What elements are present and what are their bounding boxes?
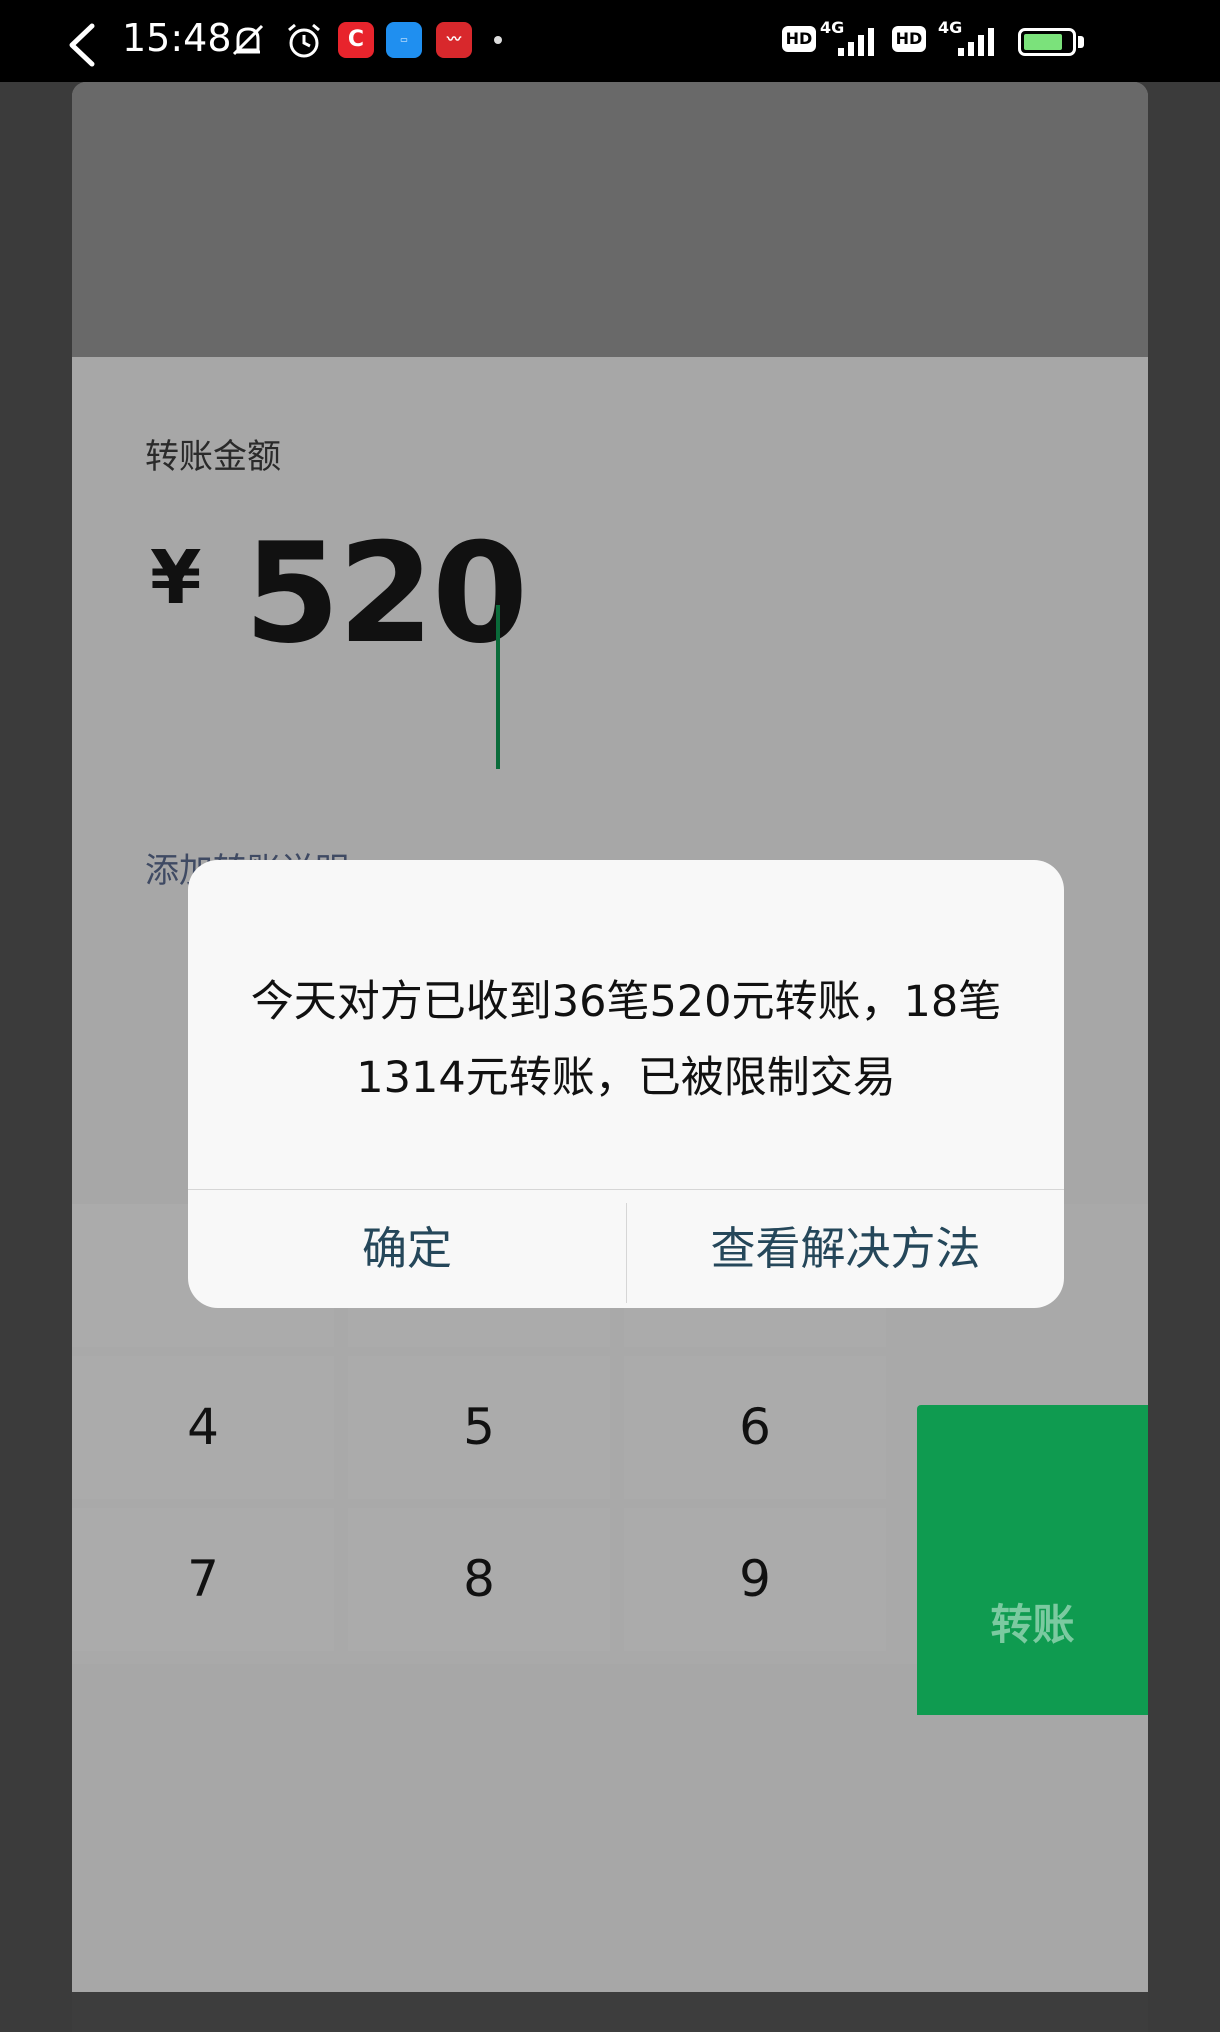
key-9[interactable]: 9 [624,1508,886,1651]
transfer-limit-dialog: 今天对方已收到36笔520元转账，18笔 1314元转账，已被限制交易 确定 查… [188,860,1064,1308]
transfer-button[interactable]: 转账 [917,1405,1148,1715]
phone-screen: 转账金额 ¥ 520 添加转账说明 1 2 3 4 5 6 7 8 9 转账 今… [72,82,1148,2032]
dialog-message-line2: 1314元转账，已被限制交易 [356,1053,896,1103]
key-8[interactable]: 8 [348,1508,610,1651]
amount-input[interactable]: 520 [244,513,528,674]
status-time: 15:48 [122,16,232,60]
mute-bell-icon [232,24,264,56]
status-bar: 15:48 C ▭ 〰 HD 4G HD 4G [0,0,1220,82]
chart-app-notification-icon: 〰 [436,22,472,58]
header-area [72,82,1148,357]
alarm-clock-icon [288,23,320,58]
amount-label: 转账金额 [145,437,281,477]
hd-icon: HD [782,26,816,52]
key-4[interactable]: 4 [72,1356,334,1499]
signal-strength-icon-2 [958,28,994,56]
bottom-bar [72,1992,1148,2032]
hd-icon-2: HD [892,26,926,52]
weilink-notification-icon: ▭ [386,22,422,58]
confirm-button[interactable]: 确定 [188,1190,626,1308]
dialog-message-line1: 今天对方已收到36笔520元转账，18笔 [250,977,1002,1027]
key-6[interactable]: 6 [624,1356,886,1499]
dialog-message: 今天对方已收到36笔520元转账，18笔 1314元转账，已被限制交易 [228,964,1024,1116]
battery-icon [1018,28,1076,56]
key-7[interactable]: 7 [72,1508,334,1651]
back-arrow-icon[interactable] [60,22,106,68]
text-cursor [496,605,500,769]
key-5[interactable]: 5 [348,1356,610,1499]
more-notifications-dot-icon [494,36,502,44]
currency-symbol: ¥ [150,535,202,621]
battery-tip [1078,36,1084,48]
app-c-notification-icon: C [338,22,374,58]
signal-strength-icon [838,28,874,56]
view-solution-button[interactable]: 查看解决方法 [627,1190,1064,1308]
